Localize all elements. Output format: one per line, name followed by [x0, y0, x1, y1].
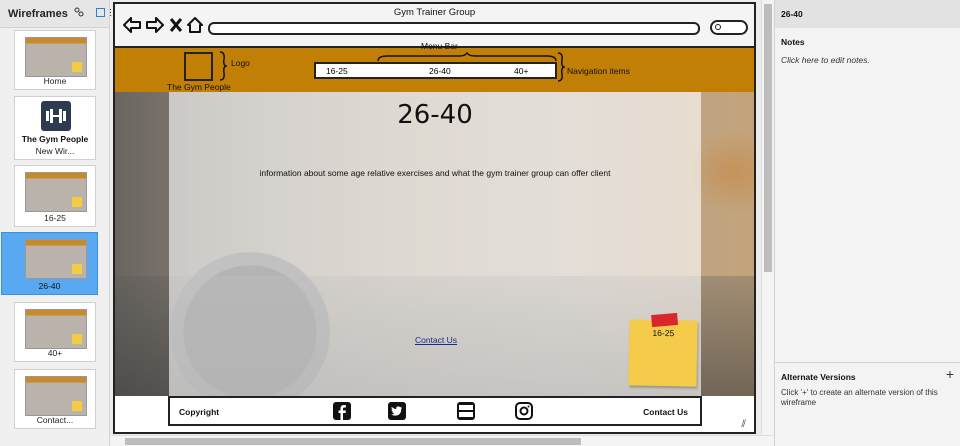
sticky-note-text: 16-25: [652, 327, 675, 339]
tape-icon: [651, 312, 679, 328]
page-thumb-label: 16-25: [44, 213, 66, 223]
page-heading: 26-40: [397, 100, 473, 130]
alternate-versions-description: Click '+' to create an alternate version…: [781, 388, 938, 407]
wireframes-panel: Wireframes Home The Gym People New Wir..…: [0, 0, 119, 446]
page-thumb-new-wireframe[interactable]: The Gym People New Wir...: [14, 96, 96, 160]
browser-window-mockup: Gym Trainer Group Logo The Gym People Me…: [113, 2, 756, 434]
page-thumb-16-25[interactable]: 16-25: [14, 165, 96, 227]
nav-item-16-25: 16-25: [326, 66, 348, 76]
curly-brace-icon: [219, 51, 227, 81]
horizontal-scrollbar[interactable]: [111, 435, 773, 446]
logo-placeholder: [184, 52, 213, 81]
facebook-icon: [333, 402, 351, 420]
home-icon: [187, 17, 203, 36]
instagram-icon: [515, 402, 533, 420]
gym-logo-text: The Gym People: [21, 134, 89, 144]
sitemap-icon[interactable]: [74, 7, 84, 20]
wireframes-header: Wireframes: [0, 0, 119, 28]
thumbnail-image: [25, 239, 87, 279]
menu-bar-annotation: Menu Bar: [421, 41, 458, 51]
thumbnail-image: [25, 309, 87, 349]
content-overlay: 26-40 information about some age relativ…: [169, 92, 701, 396]
page-thumb-label: Contact...: [36, 415, 74, 425]
page-thumb-home[interactable]: Home: [14, 30, 96, 90]
url-bar: [208, 22, 700, 35]
logo-annotation: Logo: [231, 58, 250, 68]
youtube-icon: [457, 402, 475, 420]
page-thumb-label: New Wir...: [35, 146, 75, 156]
forward-arrow-icon: [146, 17, 164, 36]
properties-panel: 26-40 Notes Click here to edit notes. Al…: [774, 0, 960, 446]
resize-handle-icon[interactable]: ⫽: [742, 419, 746, 430]
page-footer: Copyright Contact Us: [168, 396, 702, 426]
horizontal-scroll-thumb[interactable]: [125, 438, 581, 445]
thumbnail-image: [25, 37, 87, 77]
logo-caption: The Gym People: [167, 82, 231, 92]
notes-title: Notes: [781, 37, 805, 47]
add-alternate-version-button[interactable]: +: [946, 366, 954, 382]
page-thumb-label: 40+: [47, 348, 63, 358]
notes-field[interactable]: Click here to edit notes.: [781, 55, 870, 65]
close-icon: [169, 17, 183, 35]
page-thumb-label: Home: [43, 76, 67, 86]
grid-view-icon[interactable]: [95, 7, 105, 20]
thumbnail-image: [25, 172, 87, 212]
window-title: Gym Trainer Group: [393, 7, 476, 18]
page-thumb-40-plus[interactable]: 40+: [14, 302, 96, 362]
brace-top-icon: [377, 52, 557, 62]
vertical-scrollbar[interactable]: [761, 0, 773, 435]
nav-item-40-plus: 40+: [514, 66, 529, 76]
contact-us-link: Contact Us: [415, 335, 458, 345]
thumbnail-image: [25, 376, 87, 416]
vertical-scroll-thumb[interactable]: [764, 4, 772, 272]
wireframes-title: Wireframes: [8, 7, 68, 20]
wireframe-canvas[interactable]: Gym Trainer Group Logo The Gym People Me…: [111, 0, 761, 435]
curly-brace-icon: [557, 52, 565, 82]
search-bar: [710, 20, 748, 35]
footer-contact: Contact Us: [643, 407, 688, 417]
page-description: information about some age relative exer…: [259, 168, 611, 178]
footer-copyright: Copyright: [179, 407, 220, 417]
page-thumb-26-40[interactable]: 26-40: [1, 232, 98, 295]
page-thumb-contact[interactable]: Contact...: [14, 369, 96, 429]
alternate-versions-title: Alternate Versions: [781, 372, 856, 382]
divider: [775, 362, 960, 363]
twitter-icon: [388, 402, 406, 420]
search-icon: [715, 24, 721, 30]
page-thumb-label: 26-40: [38, 281, 61, 291]
menu-bar: Logo The Gym People Menu Bar 16-25 26-40…: [115, 41, 754, 92]
sticky-note: 16-25: [628, 312, 698, 387]
nav-annotation: Navigation items: [567, 66, 630, 76]
back-arrow-icon: [123, 17, 141, 36]
navigation-bar: 16-25 26-40 40+: [314, 62, 557, 79]
nav-item-26-40: 26-40: [429, 66, 451, 76]
hero-image: 26-40 information about some age relativ…: [115, 92, 754, 396]
selected-wireframe-title: 26-40: [775, 0, 960, 28]
dumbbell-icon: [41, 101, 71, 131]
